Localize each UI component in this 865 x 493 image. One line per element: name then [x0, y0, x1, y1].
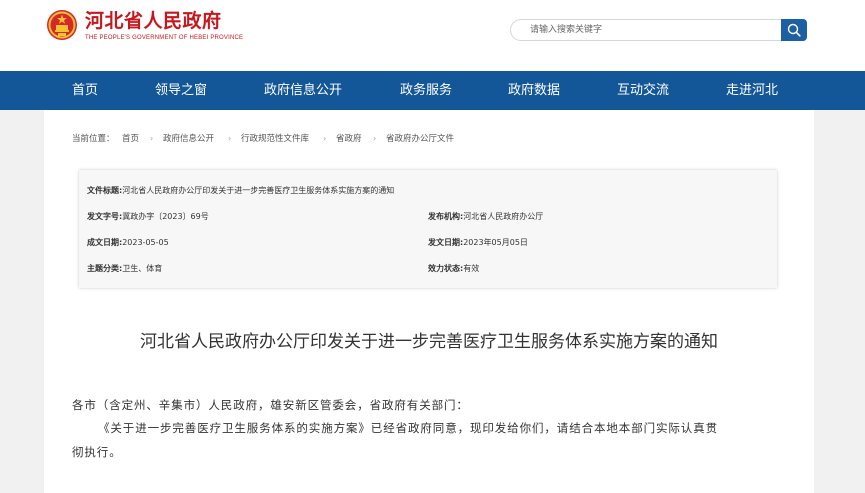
info-issuer: 发布机构:河北省人民政府办公厅 — [428, 211, 543, 223]
document-title: 河北省人民政府办公厅印发关于进一步完善医疗卫生服务体系实施方案的通知 — [140, 332, 718, 352]
nav-item-home[interactable]: 首页 — [72, 71, 98, 110]
nav-item-services[interactable]: 政务服务 — [400, 71, 452, 110]
nav-item-about-hebei[interactable]: 走进河北 — [726, 71, 778, 110]
national-emblem-icon[interactable] — [46, 9, 78, 41]
nav-item-data[interactable]: 政府数据 — [508, 71, 560, 110]
info-title-value: 河北省人民政府办公厅印发关于进一步完善医疗卫生服务体系实施方案的通知 — [122, 186, 395, 195]
site-subtitle: THE PEOPLE'S GOVERNMENT OF HEBEI PROVINC… — [85, 35, 244, 41]
breadcrumb-item-home[interactable]: 首页 — [122, 133, 139, 145]
info-title-label: 文件标题: — [87, 186, 123, 195]
nav-item-interaction[interactable]: 互动交流 — [617, 71, 669, 110]
info-category: 主题分类:卫生、体育 — [87, 263, 162, 275]
nav-item-leaders[interactable]: 领导之窗 — [155, 71, 207, 110]
breadcrumb-item-province-gov[interactable]: 省政府 — [336, 133, 362, 145]
document-paragraph-line: 《关于进一步完善医疗卫生服务体系的实施方案》已经省政府同意，现印发给你们，请结合… — [98, 421, 718, 435]
document-salutation: 各市（含定州、辛集市）人民政府，雄安新区管委会，省政府有关部门： — [72, 398, 469, 412]
info-created-label: 成文日期: — [87, 238, 123, 247]
breadcrumb-item-office-docs[interactable]: 省政府办公厅文件 — [386, 133, 454, 145]
breadcrumb-separator: › — [150, 134, 154, 143]
info-doc-no: 发文字号:冀政办字〔2023〕69号 — [87, 211, 209, 223]
breadcrumb-item-gov-info[interactable]: 政府信息公开 — [163, 133, 214, 145]
info-doc-no-label: 发文字号: — [87, 212, 123, 221]
search-button[interactable] — [781, 19, 807, 41]
info-status-label: 效力状态: — [428, 264, 464, 273]
info-published-value: 2023年05月05日 — [463, 238, 528, 247]
info-status-value: 有效 — [463, 264, 480, 273]
info-status: 效力状态:有效 — [428, 263, 479, 275]
info-category-label: 主题分类: — [87, 264, 123, 273]
site-title[interactable]: 河北省人民政府 — [85, 10, 222, 32]
search-input[interactable]: 请输入搜索关键字 — [510, 19, 782, 41]
breadcrumb-separator: › — [323, 134, 327, 143]
site-header: 河北省人民政府 THE PEOPLE'S GOVERNMENT OF HEBEI… — [0, 0, 865, 71]
breadcrumb-separator: › — [228, 134, 232, 143]
info-created: 成文日期:2023-05-05 — [87, 237, 169, 249]
info-published: 发文日期:2023年05月05日 — [428, 237, 528, 249]
document-paragraph-line: 彻执行。 — [72, 445, 122, 459]
breadcrumb-separator: › — [373, 134, 377, 143]
info-title: 文件标题:河北省人民政府办公厅印发关于进一步完善医疗卫生服务体系实施方案的通知 — [87, 185, 394, 197]
info-issuer-value: 河北省人民政府办公厅 — [463, 212, 544, 221]
info-category-value: 卫生、体育 — [122, 264, 163, 273]
magnifier-icon — [787, 23, 801, 37]
info-doc-no-value: 冀政办字〔2023〕69号 — [122, 212, 209, 221]
info-created-value: 2023-05-05 — [122, 238, 169, 247]
breadcrumb-label: 当前位置： — [72, 134, 115, 144]
main-nav: 首页 领导之窗 政府信息公开 政务服务 政府数据 互动交流 走进河北 — [0, 71, 865, 110]
info-published-label: 发文日期: — [428, 238, 464, 247]
info-issuer-label: 发布机构: — [428, 212, 464, 221]
nav-item-gov-info[interactable]: 政府信息公开 — [264, 71, 342, 110]
breadcrumb-item-normative-docs[interactable]: 行政规范性文件库 — [241, 133, 309, 145]
